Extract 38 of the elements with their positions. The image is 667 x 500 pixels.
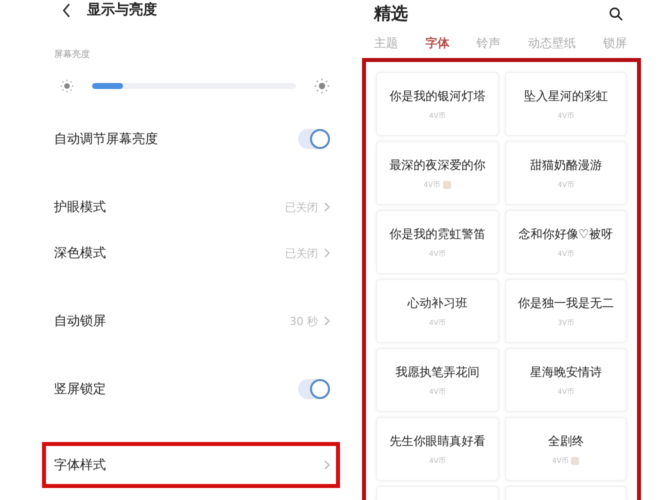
font-name: 我愿执笔弄花间: [395, 364, 480, 380]
font-name: 念和你好像♡被呀: [518, 226, 614, 242]
chevron-icon: [324, 202, 330, 212]
setting-value: 已关闭: [285, 200, 318, 214]
font-name: 星海晚安情诗: [530, 364, 602, 380]
font-name: 先生你眼睛真好看: [389, 432, 486, 450]
tag-icon: [571, 456, 580, 464]
sun-icon: [60, 79, 74, 93]
tag-icon: [442, 180, 451, 188]
font-name: 最深的夜深爱的你: [389, 156, 486, 174]
font-name: 全剧终: [548, 432, 584, 450]
setting-label[interactable]: 自动锁屏: [54, 312, 106, 330]
setting-label[interactable]: 自动调节屏幕亮度: [54, 130, 158, 148]
font-name: 甜猫奶酪漫游: [530, 156, 602, 174]
back-icon[interactable]: [62, 2, 71, 18]
chevron-icon: [324, 316, 330, 326]
setting-value: 已关闭: [285, 246, 318, 260]
category-tab[interactable]: 字体: [425, 35, 450, 52]
brightness-slider[interactable]: [92, 83, 296, 89]
font-name: 心动补习班: [407, 294, 468, 312]
toggle-switch[interactable]: [298, 129, 330, 149]
search-icon[interactable]: [609, 6, 623, 20]
setting-value: 30 秒: [290, 314, 318, 328]
chevron-icon: [324, 460, 330, 470]
setting-label[interactable]: 字体样式: [54, 456, 106, 474]
font-name: 你是独一我是无二: [518, 294, 614, 312]
setting-label[interactable]: 竖屏锁定: [54, 380, 106, 398]
font-name: 你是我的银河灯塔: [389, 88, 486, 104]
section-label: 屏幕亮度: [54, 48, 91, 61]
setting-label[interactable]: 深色模式: [54, 244, 106, 262]
screen-title: 显示与亮度: [87, 1, 157, 19]
chevron-icon: [324, 248, 330, 258]
toggle-switch[interactable]: [298, 379, 330, 399]
sun-icon: [314, 78, 330, 94]
font-name: 你是我的霓虹警笛: [389, 226, 486, 242]
setting-label[interactable]: 护眼模式: [54, 198, 106, 216]
font-name: 坠入星河的彩虹: [524, 88, 608, 104]
store-title: 精选: [374, 3, 408, 25]
